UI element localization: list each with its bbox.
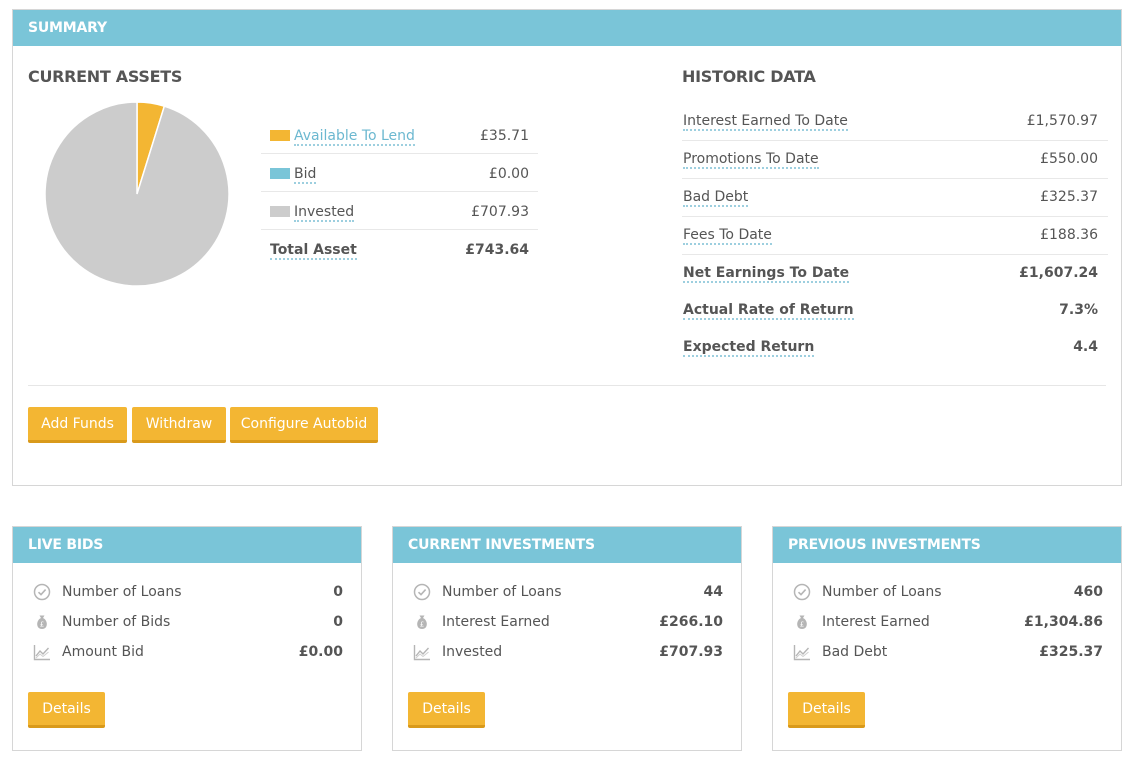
promotions-to-date-label[interactable]: Promotions To Date (683, 151, 819, 169)
stat-value: £1,304.86 (1024, 614, 1103, 630)
stat-label: Interest Earned (442, 614, 550, 630)
fees-to-date-value: £188.36 (1040, 227, 1098, 243)
stat-label: Invested (442, 644, 503, 660)
withdraw-button[interactable]: Withdraw (132, 407, 226, 443)
legend-label-invested[interactable]: Invested (294, 204, 355, 222)
summary-header: SUMMARY (13, 10, 1121, 46)
stat-row: Invested £707.93 (411, 643, 723, 673)
add-funds-button[interactable]: Add Funds (28, 407, 127, 443)
legend-label-bid[interactable]: Bid (294, 166, 317, 184)
live-bids-panel: LIVE BIDS Number of Loans 0 £ Number of … (12, 526, 362, 751)
stat-row: Number of Loans 0 (31, 583, 343, 613)
stat-value: £707.93 (659, 644, 723, 660)
historic-row: Expected Return 4.4 (682, 329, 1108, 366)
live-bids-details-button[interactable]: Details (28, 692, 105, 728)
stat-value: 0 (333, 614, 343, 630)
check-circle-icon (793, 583, 811, 601)
interest-earned-to-date-value: £1,570.97 (1026, 113, 1098, 129)
current-investments-details-button[interactable]: Details (408, 692, 485, 728)
svg-text:£: £ (40, 621, 44, 629)
expected-return-value: 4.4 (1073, 339, 1098, 355)
fees-to-date-label[interactable]: Fees To Date (683, 227, 772, 245)
interest-earned-to-date-label[interactable]: Interest Earned To Date (683, 113, 848, 131)
chart-line-icon (33, 645, 50, 661)
stat-value: 44 (703, 584, 723, 600)
stat-row: Number of Loans 44 (411, 583, 723, 613)
stat-row: Amount Bid £0.00 (31, 643, 343, 673)
available-to-lend-link[interactable]: Available To Lend (294, 128, 415, 146)
legend-value-available: £35.71 (480, 128, 529, 144)
legend-swatch-bid (270, 168, 290, 179)
legend-row-total: Total Asset £743.64 (261, 230, 538, 268)
stat-row: £ Interest Earned £266.10 (411, 613, 723, 643)
previous-investments-header: PREVIOUS INVESTMENTS (773, 527, 1121, 563)
historic-row: Net Earnings To Date £1,607.24 (682, 255, 1108, 292)
stat-row: Number of Loans 460 (791, 583, 1103, 613)
summary-panel: SUMMARY CURRENT ASSETS Available To Lend… (12, 9, 1122, 486)
historic-row: Bad Debt £325.37 (682, 179, 1108, 217)
money-bag-icon: £ (417, 615, 427, 629)
current-investments-header: CURRENT INVESTMENTS (393, 527, 741, 563)
legend-row-invested: Invested £707.93 (261, 192, 538, 230)
current-investments-panel: CURRENT INVESTMENTS Number of Loans 44 £… (392, 526, 742, 751)
summary-divider (28, 385, 1106, 386)
assets-legend: Available To Lend £35.71 Bid £0.00 Inves… (261, 116, 538, 268)
bad-debt-value: £325.37 (1040, 189, 1098, 205)
legend-value-invested: £707.93 (471, 204, 529, 220)
configure-autobid-button[interactable]: Configure Autobid (230, 407, 378, 443)
check-circle-icon (33, 583, 51, 601)
live-bids-header: LIVE BIDS (13, 527, 361, 563)
stat-value: £325.37 (1039, 644, 1103, 660)
stat-label: Bad Debt (822, 644, 888, 660)
legend-row-bid: Bid £0.00 (261, 154, 538, 192)
stat-value: £0.00 (298, 644, 343, 660)
historic-row: Promotions To Date £550.00 (682, 141, 1108, 179)
promotions-to-date-value: £550.00 (1040, 151, 1098, 167)
legend-value-bid: £0.00 (488, 166, 529, 182)
previous-investments-stats: Number of Loans 460 £ Interest Earned £1… (791, 583, 1103, 673)
bad-debt-label[interactable]: Bad Debt (683, 189, 749, 207)
legend-swatch-invested (270, 206, 290, 217)
stat-label: Interest Earned (822, 614, 930, 630)
pie-slice-invested (44, 101, 230, 287)
current-investments-stats: Number of Loans 44 £ Interest Earned £26… (411, 583, 723, 673)
historic-row: Actual Rate of Return 7.3% (682, 292, 1108, 329)
stat-label: Number of Loans (62, 584, 182, 600)
check-circle-icon (413, 583, 431, 601)
money-bag-icon: £ (797, 615, 807, 629)
stat-row: £ Interest Earned £1,304.86 (791, 613, 1103, 643)
previous-investments-panel: PREVIOUS INVESTMENTS Number of Loans 460… (772, 526, 1122, 751)
historic-row: Interest Earned To Date £1,570.97 (682, 103, 1108, 141)
stat-label: Number of Loans (442, 584, 562, 600)
money-bag-icon: £ (37, 615, 47, 629)
svg-text:£: £ (420, 621, 424, 629)
legend-row-available: Available To Lend £35.71 (261, 116, 538, 154)
chart-line-icon (793, 645, 810, 661)
assets-pie-chart (44, 101, 230, 287)
stat-value: £266.10 (659, 614, 723, 630)
total-asset-value: £743.64 (465, 242, 529, 258)
stat-label: Number of Loans (822, 584, 942, 600)
legend-swatch-available (270, 130, 290, 141)
stat-row: £ Number of Bids 0 (31, 613, 343, 643)
total-asset-label[interactable]: Total Asset (270, 242, 357, 260)
historic-data-list: Interest Earned To Date £1,570.97 Promot… (682, 103, 1108, 366)
stat-value: 460 (1073, 584, 1103, 600)
svg-text:£: £ (800, 621, 804, 629)
actual-rate-of-return-value: 7.3% (1059, 302, 1098, 318)
stat-label: Number of Bids (62, 614, 171, 630)
net-earnings-label[interactable]: Net Earnings To Date (683, 265, 850, 283)
stat-value: 0 (333, 584, 343, 600)
previous-investments-details-button[interactable]: Details (788, 692, 865, 728)
chart-line-icon (413, 645, 430, 661)
historic-data-title: HISTORIC DATA (682, 67, 816, 86)
historic-row: Fees To Date £188.36 (682, 217, 1108, 255)
expected-return-label[interactable]: Expected Return (683, 339, 815, 357)
actual-rate-of-return-label[interactable]: Actual Rate of Return (683, 302, 854, 320)
live-bids-stats: Number of Loans 0 £ Number of Bids 0 Amo… (31, 583, 343, 673)
net-earnings-value: £1,607.24 (1019, 265, 1098, 281)
stat-row: Bad Debt £325.37 (791, 643, 1103, 673)
stat-label: Amount Bid (62, 644, 144, 660)
current-assets-title: CURRENT ASSETS (28, 67, 183, 86)
